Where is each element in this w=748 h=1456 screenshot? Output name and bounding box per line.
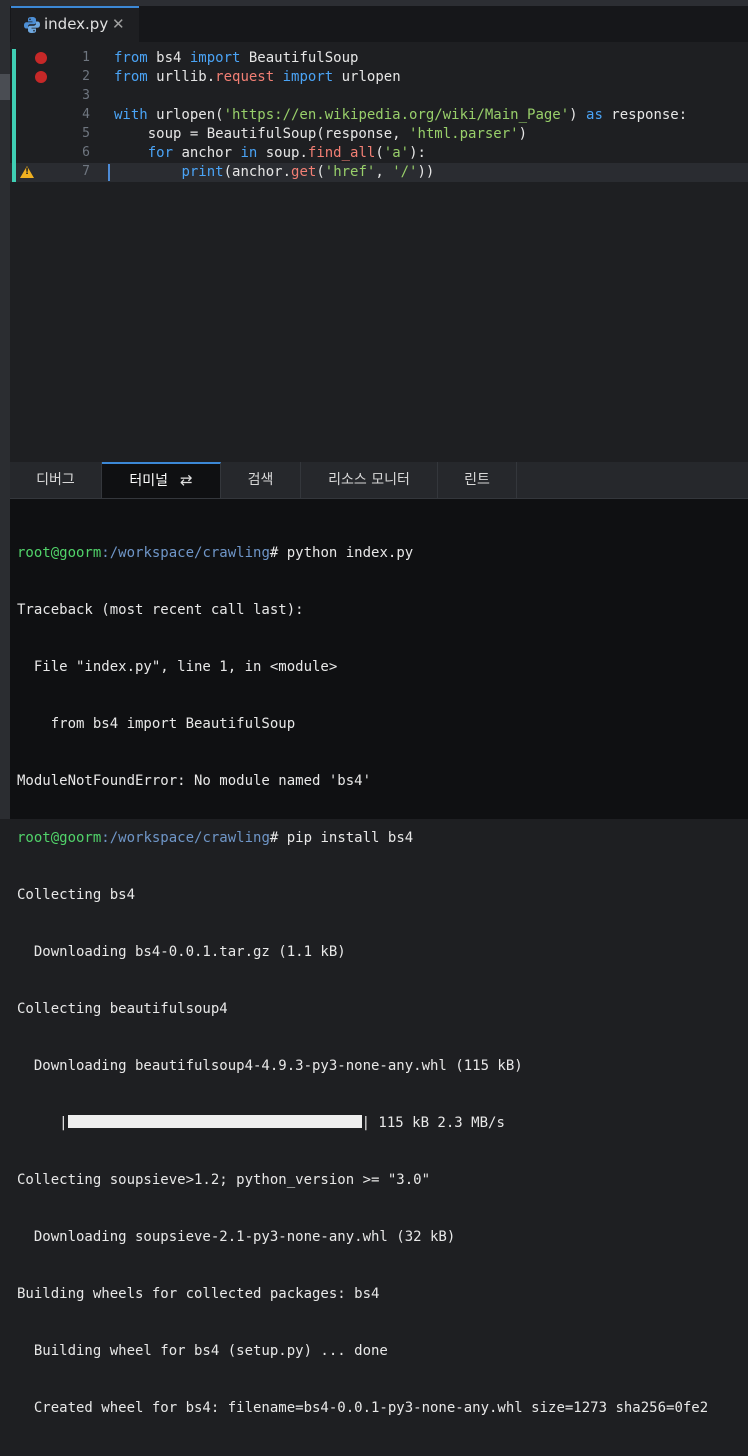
code-text: from urllib.request import urlopen <box>114 69 401 85</box>
progress-bar <box>67 1115 362 1128</box>
code-text: for anchor in soup.find_all('a'): <box>147 145 426 161</box>
terminal-line: from bs4 import BeautifulSoup <box>17 716 296 732</box>
tab-debug[interactable]: 디버그 <box>10 462 102 498</box>
code-line: 2 from urllib.request import urlopen <box>10 68 748 87</box>
terminal-line: Downloading soupsieve-2.1-py3-none-any.w… <box>17 1229 456 1245</box>
terminal-prompt-line: root@goorm:/workspace/crawling# python i… <box>17 545 414 561</box>
modified-marker <box>12 163 16 182</box>
panel-tab-bar: 디버그 터미널 ⇄ 검색 리소스 모니터 린트 <box>10 462 748 499</box>
terminal-line: Collecting bs4 <box>17 887 136 903</box>
tab-title: index.py <box>44 15 109 33</box>
strip-marker <box>0 74 10 100</box>
code-text: from bs4 import BeautifulSoup <box>114 50 359 66</box>
editor-tab-bar: index.py ✕ <box>10 0 748 42</box>
code-text: soup = BeautifulSoup(response, 'html.par… <box>114 126 528 142</box>
terminal-line: Building wheel for bs4 (setup.py) ... do… <box>17 1343 388 1359</box>
text-cursor <box>108 164 110 181</box>
line-number: 2 <box>82 69 90 84</box>
breakpoint-icon[interactable] <box>35 71 47 83</box>
code-editor[interactable]: 1 from bs4 import BeautifulSoup 2 from u… <box>10 42 748 462</box>
line-number: 5 <box>82 126 90 141</box>
tab-resource-monitor[interactable]: 리소스 모니터 <box>301 462 438 498</box>
terminal-line: Downloading beautifulsoup4-4.9.3-py3-non… <box>17 1058 523 1074</box>
tab-lint[interactable]: 린트 <box>438 462 517 498</box>
terminal-line: Traceback (most recent call last): <box>17 602 304 618</box>
code-line: 6 for anchor in soup.find_all('a'): <box>10 144 748 163</box>
code-line: 5 soup = BeautifulSoup(response, 'html.p… <box>10 125 748 144</box>
terminal-line: Downloading bs4-0.0.1.tar.gz (1.1 kB) <box>17 944 346 960</box>
tab-index-py[interactable]: index.py ✕ <box>11 6 139 42</box>
terminal-line: Collecting soupsieve>1.2; python_version… <box>17 1172 431 1188</box>
line-number: 4 <box>82 107 90 122</box>
code-line: 4 with urlopen('https://en.wikipedia.org… <box>10 106 748 125</box>
activity-strip <box>0 0 10 819</box>
line-number: 1 <box>82 50 90 65</box>
line-number: 7 <box>82 164 90 179</box>
terminal-line: Created wheel for bs4: filename=bs4-0.0.… <box>17 1400 709 1416</box>
modified-marker <box>12 125 16 144</box>
tab-search[interactable]: 검색 <box>221 462 301 498</box>
code-line-current: 7 print(anchor.get('href', '/')) <box>10 163 748 182</box>
code-line: 1 from bs4 import BeautifulSoup <box>10 49 748 68</box>
modified-marker <box>12 49 16 68</box>
terminal-output[interactable]: root@goorm:/workspace/crawling# python i… <box>17 506 748 1456</box>
terminal-line: ModuleNotFoundError: No module named 'bs… <box>17 773 372 789</box>
close-icon[interactable]: ✕ <box>112 15 125 33</box>
terminal-progress-line: | | 115 kB 2.3 MB/s <box>17 1115 505 1131</box>
modified-marker <box>12 106 16 125</box>
refresh-icon[interactable]: ⇄ <box>180 464 193 496</box>
warning-icon[interactable] <box>20 166 34 178</box>
modified-marker <box>12 68 16 87</box>
modified-marker <box>12 87 16 106</box>
code-text: print(anchor.get('href', '/')) <box>181 164 435 180</box>
terminal-line: Collecting beautifulsoup4 <box>17 1001 228 1017</box>
modified-marker <box>12 144 16 163</box>
breakpoint-icon[interactable] <box>35 52 47 64</box>
tab-terminal[interactable]: 터미널 ⇄ <box>102 462 221 498</box>
line-number: 3 <box>82 88 90 103</box>
code-text: with urlopen('https://en.wikipedia.org/w… <box>114 107 688 123</box>
terminal-line: File "index.py", line 1, in <module> <box>17 659 338 675</box>
terminal-prompt-line: root@goorm:/workspace/crawling# pip inst… <box>17 830 414 846</box>
python-icon <box>24 17 40 33</box>
code-line: 3 <box>10 87 748 106</box>
bottom-panel: 디버그 터미널 ⇄ 검색 리소스 모니터 린트 root@goorm:/works… <box>10 462 748 1416</box>
line-number: 6 <box>82 145 90 160</box>
terminal-line: Building wheels for collected packages: … <box>17 1286 380 1302</box>
